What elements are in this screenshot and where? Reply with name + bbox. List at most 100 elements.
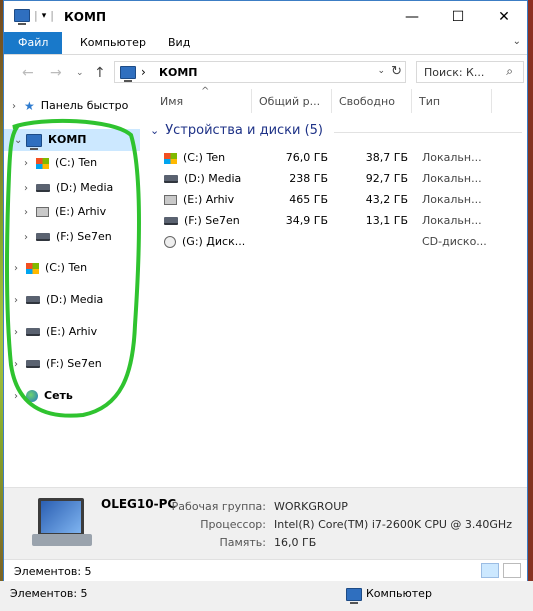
customize-toolbar-icon[interactable]: ▾: [42, 11, 47, 21]
column-header-type[interactable]: Тип: [419, 95, 440, 108]
column-divider[interactable]: [411, 89, 412, 113]
status-bar: Элементов: 5: [4, 559, 527, 582]
maximize-button[interactable]: ☐: [435, 1, 481, 32]
hdd-icon: [36, 233, 50, 241]
cell-total: 238 ГБ: [289, 172, 328, 185]
column-header-free[interactable]: Свободно: [339, 95, 395, 108]
table-row[interactable]: (D:) Media 238 ГБ 92,7 ГБ Локальн...: [160, 169, 524, 190]
forward-arrow-icon[interactable]: →: [50, 65, 62, 81]
item-count: Элементов: 5: [14, 565, 92, 578]
archive-drive-icon: [36, 207, 49, 217]
navigation-pane: › ★ Панель быстро ⌄ КОМП › (C:) Ten › (D:) Me…: [4, 89, 140, 485]
cpu-value: Intel(R) Core(TM) i7-2600K CPU @ 3.40GHz: [274, 518, 512, 531]
address-bar[interactable]: › КОМП ⌄ ↻: [114, 61, 406, 83]
search-input[interactable]: Поиск: К... ⌕: [416, 61, 524, 83]
toolbar-separator: |: [50, 9, 54, 22]
outer-status-bar: Элементов: 5 Компьютер: [0, 581, 533, 611]
expand-chevron-icon[interactable]: ›: [24, 178, 36, 200]
hdd-icon: [36, 184, 50, 192]
toolbar-separator: |: [34, 9, 38, 22]
table-row[interactable]: (E:) Arhiv 465 ГБ 43,2 ГБ Локальн...: [160, 190, 524, 211]
hdd-icon: [26, 328, 40, 336]
expand-chevron-icon[interactable]: ›: [24, 153, 36, 175]
expand-chevron-icon[interactable]: ›: [14, 290, 26, 312]
table-row[interactable]: (G:) Диск... CD-диско...: [160, 232, 524, 253]
cell-free: 92,7 ГБ: [365, 172, 408, 185]
cell-free: 38,7 ГБ: [365, 151, 408, 164]
cell-type: Локальн...: [422, 214, 482, 227]
breadcrumb[interactable]: КОМП: [159, 66, 198, 79]
tab-file[interactable]: Файл: [4, 32, 63, 54]
hdd-icon: [164, 217, 178, 225]
expand-chevron-icon[interactable]: ›: [14, 258, 26, 280]
tab-view[interactable]: Вид: [156, 32, 202, 54]
group-divider: [334, 132, 522, 133]
back-arrow-icon[interactable]: ←: [22, 65, 34, 81]
quick-access-toolbar: | ▾ |: [14, 9, 54, 25]
memory-label: Память:: [219, 536, 266, 549]
expand-chevron-icon[interactable]: ›: [24, 227, 36, 249]
hdd-icon: [26, 360, 40, 368]
table-row[interactable]: (C:) Ten 76,0 ГБ 38,7 ГБ Локальн...: [160, 148, 524, 169]
nav-item-drive-d[interactable]: › (D:) Media: [24, 177, 113, 199]
archive-drive-icon: [164, 195, 177, 205]
window-title: КОМП: [64, 10, 106, 24]
close-button[interactable]: ✕: [481, 1, 527, 32]
cell-total: 34,9 ГБ: [285, 214, 328, 227]
expand-chevron-icon[interactable]: ›: [14, 386, 26, 408]
expand-chevron-icon[interactable]: ›: [14, 354, 26, 376]
nav-item-drive-c-root[interactable]: › (C:) Ten: [14, 257, 87, 279]
details-view-button[interactable]: [481, 563, 499, 578]
search-icon[interactable]: ⌕: [506, 64, 513, 79]
windows-drive-icon: [164, 152, 177, 164]
expand-ribbon-icon[interactable]: ⌄: [513, 36, 521, 47]
search-placeholder: Поиск: К...: [424, 66, 485, 79]
column-header-name[interactable]: Имя: [160, 95, 183, 108]
nav-item-computer[interactable]: ⌄ КОМП: [4, 129, 140, 151]
pc-name: OLEG10-PC: [101, 497, 177, 511]
nav-item-drive-c[interactable]: › (C:) Ten: [24, 152, 97, 174]
column-divider[interactable]: [251, 89, 252, 113]
workgroup-label: Рабочая группа:: [171, 500, 266, 513]
cpu-label: Процессор:: [200, 518, 266, 531]
sort-ascending-icon: ^: [201, 86, 210, 97]
windows-drive-icon: [36, 157, 49, 169]
group-header-devices[interactable]: ⌄ Устройства и диски (5): [150, 123, 323, 138]
hdd-icon: [164, 175, 178, 183]
table-row[interactable]: (F:) Se7en 34,9 ГБ 13,1 ГБ Локальн...: [160, 211, 524, 232]
expand-chevron-icon[interactable]: ›: [12, 96, 24, 118]
nav-item-drive-e[interactable]: › (E:) Arhiv: [24, 201, 106, 223]
cell-type: CD-диско...: [422, 235, 487, 248]
computer-large-icon: [32, 496, 98, 548]
minimize-button[interactable]: —: [389, 1, 435, 32]
column-divider[interactable]: [331, 89, 332, 113]
tab-computer[interactable]: Компьютер: [68, 32, 158, 54]
address-dropdown-icon[interactable]: ⌄: [377, 66, 385, 76]
location-label: Компьютер: [366, 587, 432, 600]
nav-item-drive-d-root[interactable]: › (D:) Media: [14, 289, 103, 311]
collapse-chevron-icon[interactable]: ⌄: [150, 124, 159, 137]
nav-item-network[interactable]: › Сеть: [14, 385, 73, 407]
refresh-icon[interactable]: ↻: [391, 64, 402, 79]
up-arrow-icon[interactable]: ↑: [94, 65, 106, 81]
nav-item-drive-e-root[interactable]: › (E:) Arhiv: [14, 321, 97, 343]
details-pane: OLEG10-PC Рабочая группа: WORKGROUP Проц…: [4, 487, 527, 560]
cell-type: Локальн...: [422, 193, 482, 206]
nav-item-drive-f[interactable]: › (F:) Se7en: [24, 226, 112, 248]
hdd-icon: [26, 296, 40, 304]
outer-item-count: Элементов: 5: [10, 587, 88, 600]
window-controls: — ☐ ✕: [389, 1, 527, 32]
star-icon: ★: [24, 99, 35, 113]
title-bar: | ▾ | КОМП — ☐ ✕: [4, 1, 527, 32]
column-divider[interactable]: [491, 89, 492, 113]
large-icons-view-button[interactable]: [503, 563, 521, 578]
recent-locations-icon[interactable]: ⌄: [76, 68, 84, 78]
expand-chevron-icon[interactable]: ›: [24, 202, 36, 224]
collapse-chevron-icon[interactable]: ⌄: [14, 130, 26, 152]
nav-item-quick-access[interactable]: › ★ Панель быстро: [12, 95, 128, 117]
expand-chevron-icon[interactable]: ›: [14, 322, 26, 344]
network-icon: [26, 390, 38, 402]
nav-item-drive-f-root[interactable]: › (F:) Se7en: [14, 353, 102, 375]
computer-icon: [120, 66, 136, 82]
column-header-total[interactable]: Общий р...: [259, 95, 320, 108]
